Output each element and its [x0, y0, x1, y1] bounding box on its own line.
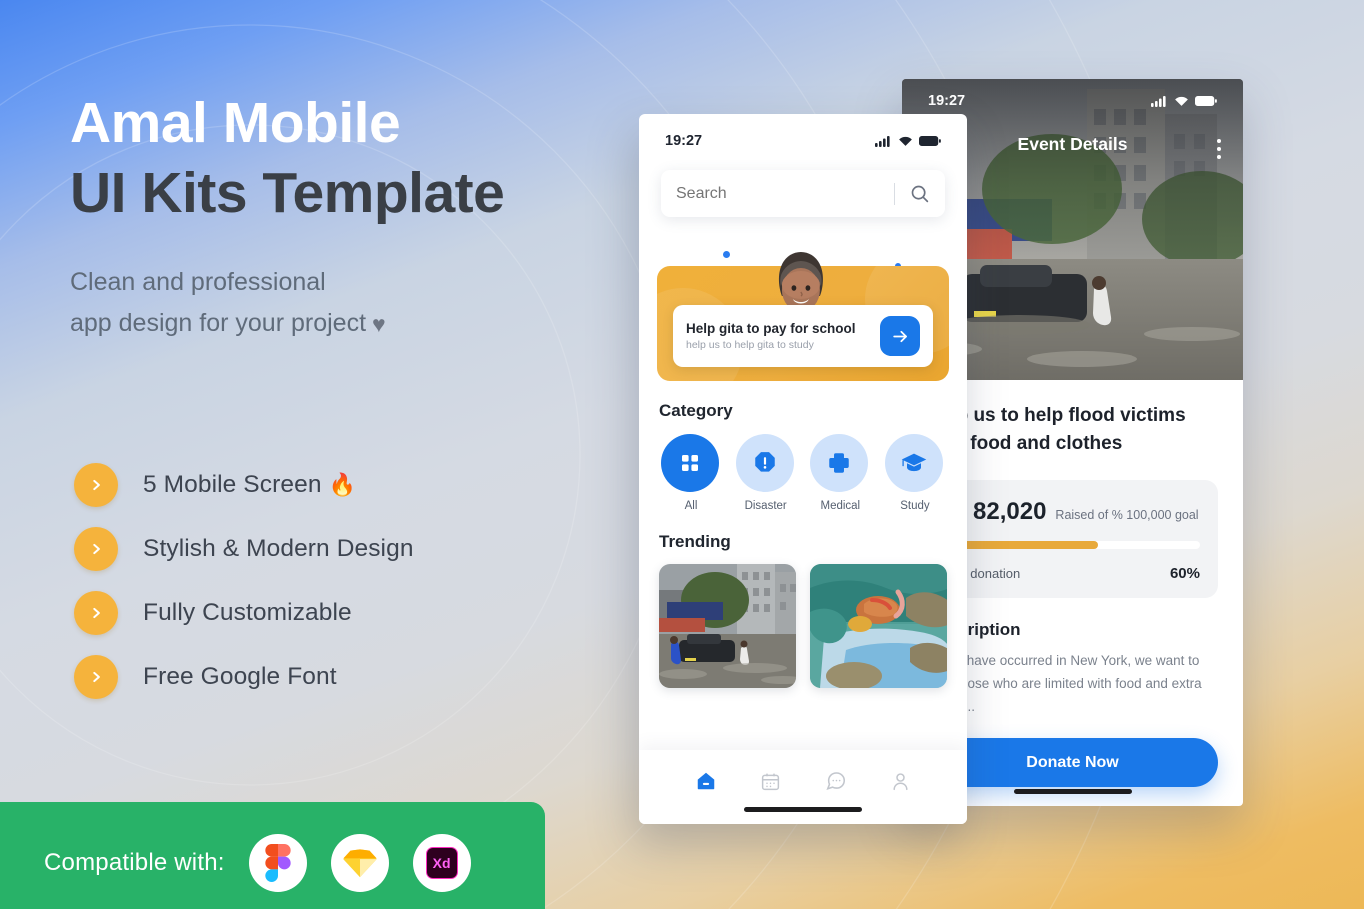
promo-title: Help gita to pay for school: [686, 321, 856, 336]
promo-banner[interactable]: Help gita to pay for school help us to h…: [657, 243, 949, 381]
trending-card-surgery[interactable]: [810, 564, 947, 688]
progress-bar-fill: [945, 541, 1098, 550]
cellular-signal-icon: [1151, 96, 1166, 107]
trending-card-flood[interactable]: [659, 564, 796, 688]
trending-row: [659, 564, 947, 688]
chevron-right-icon: [74, 591, 118, 635]
page-title-line2: UI Kits Template: [70, 161, 505, 226]
hero-copy: Amal Mobile UI Kits Template Clean and p…: [70, 88, 630, 343]
adobe-xd-logo-icon: Xd: [412, 834, 471, 892]
category-item-medical[interactable]: Medical: [810, 434, 870, 512]
alert-octagon-icon[interactable]: [735, 434, 794, 492]
event-heading: Help us to help flood victims with food …: [927, 402, 1218, 458]
raised-goal-text: Raised of % 100,000 goal: [1055, 508, 1199, 523]
search-bar[interactable]: [661, 170, 945, 217]
status-time: 19:27: [928, 93, 966, 109]
category-label-all: All: [684, 500, 698, 512]
category-item-all[interactable]: All: [661, 434, 721, 512]
category-item-study[interactable]: Study: [884, 434, 945, 512]
promo-subtitle: help us to help gita to study: [686, 339, 814, 351]
feature-label-3: Free Google Font: [143, 663, 337, 690]
fire-emoji-icon: 🔥: [328, 472, 357, 497]
medical-cross-icon[interactable]: [810, 434, 869, 492]
category-section-title: Category: [659, 401, 733, 420]
wifi-icon: [1175, 96, 1188, 106]
graduation-cap-icon[interactable]: [884, 434, 943, 492]
nav-chat[interactable]: [819, 766, 853, 796]
page-title-line1: Amal Mobile: [70, 91, 401, 155]
chevron-right-icon: [74, 655, 118, 699]
category-label-disaster: Disaster: [744, 500, 787, 512]
donate-now-button[interactable]: Donate Now: [927, 738, 1218, 788]
kebab-menu-icon[interactable]: [1217, 139, 1221, 163]
event-heading-line2: with food and clothes: [927, 433, 1123, 455]
battery-full-icon: [1195, 96, 1217, 106]
hero-subtitle: Clean and professional app design for yo…: [70, 262, 630, 343]
decor-dot: [723, 251, 730, 258]
wifi-icon: [899, 136, 912, 146]
promo-inner-card[interactable]: Help gita to pay for school help us to h…: [673, 305, 933, 367]
feature-label-1: Stylish & Modern Design: [143, 535, 414, 562]
category-label-medical: Medical: [820, 500, 861, 512]
description-body: floods have occurred in New York, we wan…: [927, 653, 1202, 713]
phone-mockup-home: 19:27 Search Help gita to pay for school…: [639, 114, 967, 824]
feature-list: 5 Mobile Screen 🔥 Stylish & Modern Design…: [74, 453, 594, 709]
search-divider: [894, 182, 895, 205]
feature-item-1: Stylish & Modern Design: [74, 517, 594, 581]
hero-subtitle-line2-wrap: app design for your project ♥: [70, 303, 630, 344]
trending-section-title: Trending: [659, 532, 731, 551]
bottom-navigation: [639, 750, 967, 824]
feature-item-3: Free Google Font: [74, 645, 594, 709]
figma-logo-icon: [248, 834, 307, 892]
nav-calendar[interactable]: [754, 766, 788, 796]
battery-full-icon: [919, 136, 941, 146]
status-bar-front: 19:27: [639, 114, 967, 158]
page-title: Event Details: [1017, 134, 1128, 154]
progress-bar-track: [945, 541, 1200, 550]
cellular-signal-icon: [875, 136, 890, 147]
home-indicator-front: [744, 807, 862, 812]
category-item-disaster[interactable]: Disaster: [735, 434, 796, 512]
sketch-logo-icon: [330, 834, 389, 892]
status-time: 19:27: [665, 133, 703, 149]
arrow-right-icon[interactable]: [880, 316, 920, 356]
chevron-right-icon: [74, 463, 118, 507]
adobe-xd-label: Xd: [432, 855, 451, 871]
feature-item-0: 5 Mobile Screen 🔥: [74, 453, 594, 517]
search-icon[interactable]: [909, 183, 930, 204]
search-input[interactable]: [676, 184, 894, 203]
description-title: Description: [927, 620, 1021, 640]
feature-label-0: 5 Mobile Screen 🔥: [143, 471, 357, 498]
feature-label-2: Fully Customizable: [143, 599, 352, 626]
nav-home[interactable]: [689, 766, 723, 796]
event-heading-line1: Help us to help flood victims: [927, 405, 1186, 426]
hero-subtitle-line1: Clean and professional: [70, 268, 326, 297]
grid-four-squares-icon[interactable]: [661, 434, 719, 492]
chevron-right-icon: [74, 527, 118, 571]
home-indicator-back: [1013, 789, 1132, 794]
hero-subtitle-line2: app design for your project: [70, 308, 367, 337]
compatible-with-banner: Compatible with: Xd: [0, 802, 545, 909]
progress-percent: 60%: [1169, 565, 1200, 583]
donation-progress-card: % 82,020 Raised of % 100,000 goal 324 do…: [927, 480, 1218, 599]
heart-icon: ♥: [372, 310, 386, 337]
category-label-study: Study: [900, 500, 930, 512]
category-row: All Disaster Medical Study: [661, 434, 945, 512]
compatible-with-label: Compatible with:: [44, 849, 225, 876]
nav-profile[interactable]: [884, 766, 918, 796]
feature-item-2: Fully Customizable: [74, 581, 594, 645]
